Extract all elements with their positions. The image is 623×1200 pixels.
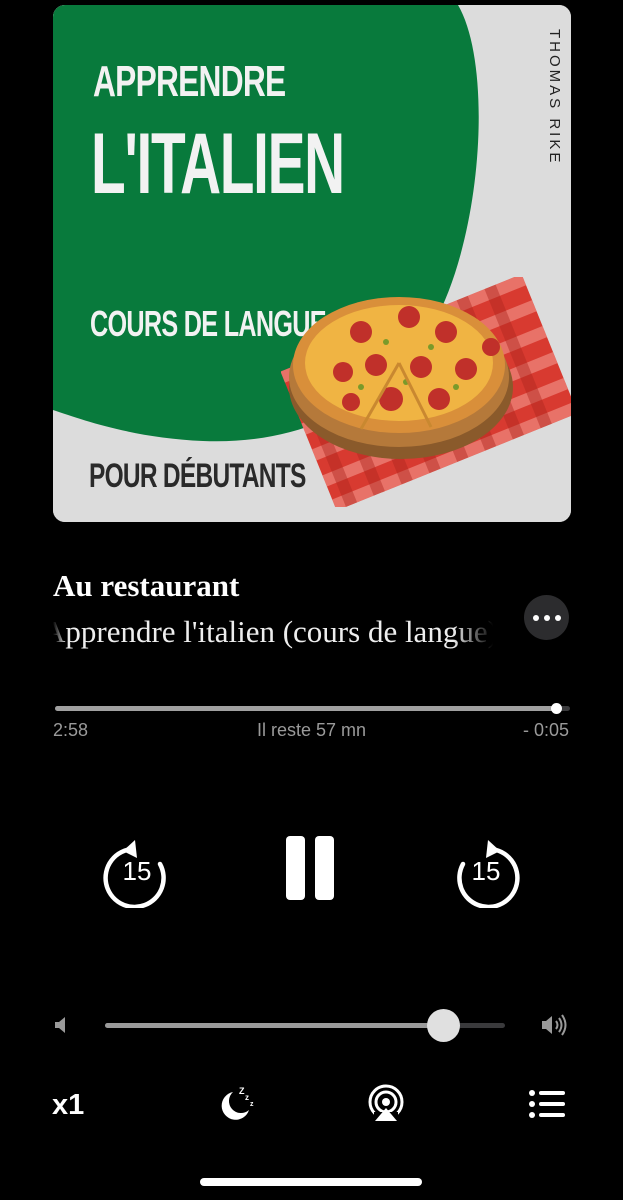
speaker-high-icon bbox=[542, 1014, 567, 1036]
playback-speed-button[interactable]: x1 bbox=[52, 1089, 84, 1122]
airplay-icon[interactable] bbox=[366, 1084, 406, 1124]
skip-back-seconds: 15 bbox=[122, 856, 152, 886]
more-options-button[interactable] bbox=[524, 595, 569, 640]
track-subtitle: Apprendre l'italien (cours de langue) bbox=[53, 614, 493, 649]
track-subtitle-container: Apprendre l'italien (cours de langue) bbox=[53, 610, 493, 656]
pause-icon bbox=[286, 836, 305, 900]
svg-text:z: z bbox=[245, 1093, 249, 1102]
cover-line-1: APPRENDRE bbox=[93, 57, 286, 106]
album-artwork: APPRENDRE L'ITALIEN COURS DE LANGUE POUR… bbox=[53, 5, 571, 522]
progress-knob[interactable] bbox=[551, 703, 563, 714]
speaker-low-icon bbox=[55, 1017, 65, 1033]
volume-knob[interactable] bbox=[427, 1009, 460, 1042]
cover-line-2: L'ITALIEN bbox=[91, 116, 345, 212]
cover-author: THOMAS RIKE bbox=[546, 29, 563, 166]
progress-scrubber[interactable] bbox=[55, 703, 570, 714]
pizza-illustration bbox=[281, 277, 571, 507]
ellipsis-icon bbox=[532, 614, 539, 621]
volume-slider[interactable] bbox=[105, 1009, 505, 1042]
pause-button[interactable] bbox=[286, 836, 338, 902]
volume-fill bbox=[105, 1023, 443, 1028]
skip-forward-button[interactable]: 15 bbox=[452, 834, 520, 910]
cover-line-4: POUR DÉBUTANTS bbox=[89, 457, 306, 495]
sleep-timer-icon[interactable]: Z z z bbox=[217, 1084, 257, 1124]
home-indicator[interactable] bbox=[200, 1178, 422, 1186]
skip-forward-seconds: 15 bbox=[471, 856, 501, 886]
progress-fill bbox=[55, 706, 557, 711]
svg-text:z: z bbox=[250, 1101, 254, 1108]
skip-back-button[interactable]: 15 bbox=[103, 834, 171, 910]
track-title: Au restaurant bbox=[53, 568, 240, 603]
queue-list-icon[interactable] bbox=[528, 1089, 566, 1119]
remaining-time: - 0:05 bbox=[522, 720, 569, 740]
